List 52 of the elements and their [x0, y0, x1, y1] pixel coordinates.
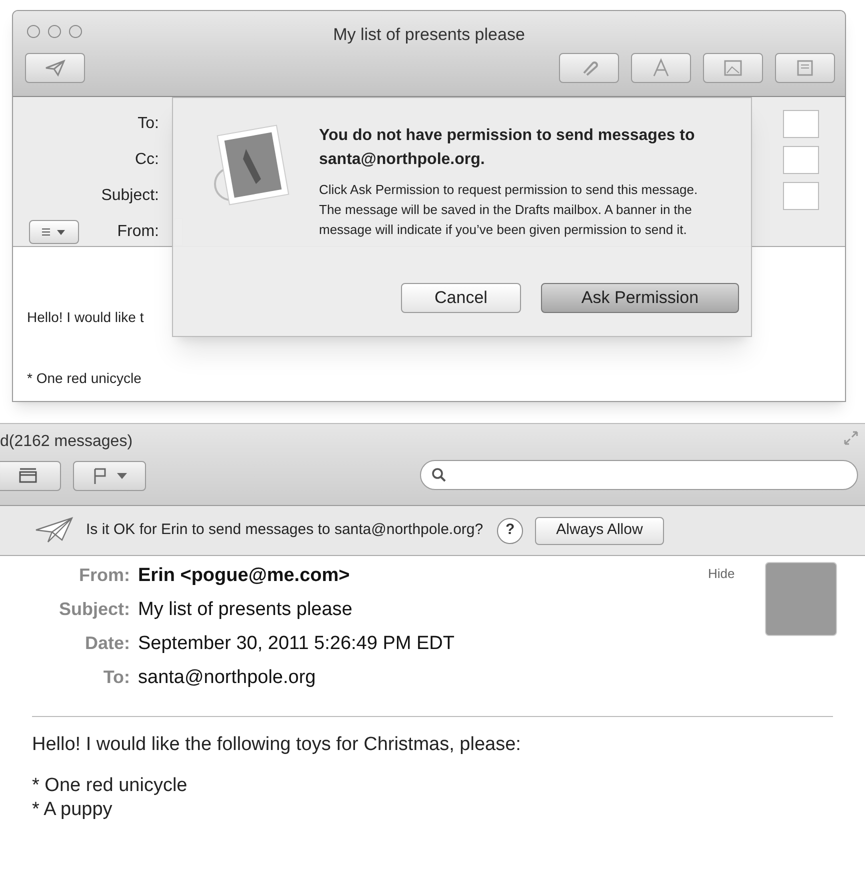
- template-icon: [796, 59, 814, 77]
- caret-icon: [116, 472, 128, 480]
- header-label: From:: [78, 564, 131, 587]
- banner-message: Is it OK for Erin to send messages to santa@northpole.org?: [86, 520, 484, 540]
- header-label: To:: [102, 666, 131, 689]
- search-icon: [431, 467, 447, 483]
- paper-plane-icon: [34, 516, 74, 546]
- window-title: d(2162 messages): [0, 432, 133, 452]
- input-field[interactable]: [783, 182, 819, 210]
- help-button[interactable]: ?: [497, 518, 524, 544]
- header-label: Date:: [84, 632, 131, 655]
- header-label: Subject:: [58, 598, 131, 621]
- body-text: * A puppy: [32, 798, 114, 822]
- search-field[interactable]: [420, 460, 858, 490]
- zoom-icon[interactable]: [69, 25, 82, 38]
- paper-plane-icon: [44, 59, 66, 77]
- attach-button[interactable]: [559, 53, 619, 83]
- close-icon[interactable]: [27, 25, 40, 38]
- input-field[interactable]: [783, 146, 819, 174]
- body-text: Hello! I would like t: [27, 308, 144, 327]
- cancel-button[interactable]: Cancel: [401, 283, 521, 313]
- alert-title: You do not have permission to send messages to santa@northpole.org.: [319, 126, 696, 170]
- body-text: * One red unicycle: [27, 369, 142, 388]
- stationery-button[interactable]: [775, 53, 835, 83]
- format-menu-button[interactable]: [29, 220, 80, 244]
- flag-button[interactable]: [73, 461, 146, 491]
- tray-icon: [17, 468, 39, 484]
- fonts-button[interactable]: [631, 53, 691, 83]
- photo-browser-button[interactable]: [703, 53, 763, 83]
- picture-icon: [723, 59, 743, 77]
- archive-button[interactable]: [0, 461, 61, 491]
- header-value: santa@northpole.org: [138, 666, 316, 690]
- alert-message: Click Ask Permission to request permission to send this message. The message will be saved in the Drafts mailbox. A banner in the message will indicate if you’ve been given permission to send it.: [319, 181, 699, 239]
- body-text: Hello! I would like the following toys for Christmas, please:: [32, 733, 522, 757]
- minimize-icon[interactable]: [48, 25, 61, 38]
- field-label: To:: [138, 114, 159, 134]
- send-button[interactable]: [25, 53, 85, 83]
- header-value: September 30, 2011 5:26:49 PM EDT: [138, 632, 454, 656]
- field-label: Subject:: [101, 186, 159, 206]
- field-label: From:: [117, 222, 159, 242]
- fullscreen-icon[interactable]: [843, 430, 859, 446]
- ask-permission-button[interactable]: Ask Permission: [541, 283, 739, 313]
- input-field[interactable]: [783, 110, 819, 138]
- flag-icon: [92, 467, 108, 485]
- header-value: My list of presents please: [138, 598, 352, 622]
- field-label: Cc:: [135, 150, 159, 170]
- header-value: Erin <pogue@me.com>: [138, 564, 350, 588]
- body-text: * One red unicycle: [32, 774, 188, 798]
- window-title: My list of presents please: [333, 25, 525, 44]
- letter-a-icon: [652, 58, 670, 78]
- always-allow-button[interactable]: Always Allow: [535, 516, 664, 544]
- hide-link[interactable]: Hide: [708, 564, 735, 584]
